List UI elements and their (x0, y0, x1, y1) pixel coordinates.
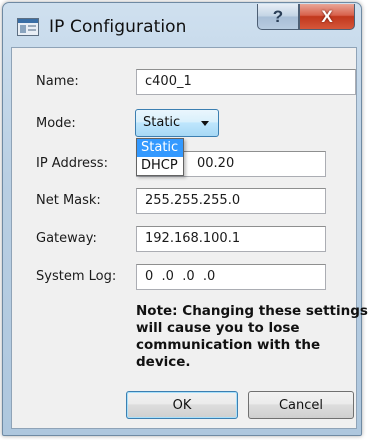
close-icon: X (321, 6, 333, 26)
help-button[interactable]: ? (257, 4, 299, 30)
chevron-down-icon (201, 121, 209, 126)
dialog-body: Name: c400_1 Mode: Static Static DHCP IP… (11, 47, 368, 429)
mode-dropdown-list: Static DHCP (136, 138, 184, 176)
net-mask-label: Net Mask: (36, 193, 101, 208)
gateway-label: Gateway: (36, 231, 97, 246)
close-button[interactable]: X (299, 4, 355, 30)
system-log-field[interactable]: 0 .0 .0 .0 (136, 264, 326, 290)
mode-option-static[interactable]: Static (137, 139, 183, 157)
ip-configuration-dialog: IP Configuration ? X Name: c400_1 Mode: … (2, 2, 368, 436)
name-field[interactable]: c400_1 (136, 69, 356, 95)
mode-selected-value: Static (143, 115, 181, 130)
name-label: Name: (36, 74, 79, 89)
mode-select[interactable]: Static (135, 109, 219, 137)
help-icon: ? (272, 6, 284, 26)
net-mask-field[interactable]: 255.255.255.0 (136, 188, 326, 214)
dialog-title: IP Configuration (49, 17, 187, 37)
title-bar[interactable]: IP Configuration ? X (3, 3, 361, 47)
gateway-field[interactable]: 192.168.100.1 (136, 226, 326, 252)
app-window-icon (17, 18, 39, 36)
ip-address-label: IP Address: (36, 156, 108, 171)
mode-option-dhcp[interactable]: DHCP (137, 157, 183, 175)
settings-warning-note: Note: Changing these settings will cause… (136, 303, 368, 370)
ok-button[interactable]: OK (126, 391, 238, 419)
cancel-button[interactable]: Cancel (248, 391, 354, 419)
mode-label: Mode: (36, 116, 76, 131)
system-log-label: System Log: (36, 269, 117, 284)
